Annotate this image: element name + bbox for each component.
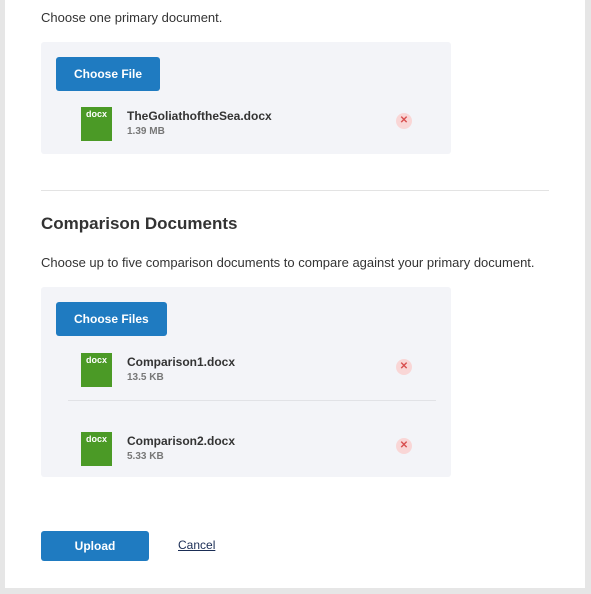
remove-file-icon[interactable]: ✕ xyxy=(396,438,412,454)
primary-drop-zone[interactable]: Choose File docx TheGoliathoftheSea.docx… xyxy=(41,42,451,154)
file-name: TheGoliathoftheSea.docx xyxy=(127,109,272,123)
remove-file-icon[interactable]: ✕ xyxy=(396,359,412,375)
file-name: Comparison1.docx xyxy=(127,355,236,369)
file-name: Comparison2.docx xyxy=(127,434,236,448)
comparison-instruction: Choose up to five comparison documents t… xyxy=(41,255,535,270)
file-size: 13.5 KB xyxy=(127,372,164,383)
file-size: 1.39 MB xyxy=(127,126,165,137)
primary-file-item: docx TheGoliathoftheSea.docx 1.39 MB ✕ xyxy=(81,107,412,147)
comparison-file-item: docx Comparison2.docx 5.33 KB ✕ xyxy=(81,432,412,472)
section-divider xyxy=(41,190,549,191)
upload-button[interactable]: Upload xyxy=(41,531,149,561)
upload-panel: Choose one primary document. Choose File… xyxy=(5,0,585,588)
choose-file-button[interactable]: Choose File xyxy=(56,57,161,91)
primary-instruction: Choose one primary document. xyxy=(41,10,223,25)
choose-files-button[interactable]: Choose Files xyxy=(56,302,167,336)
docx-file-icon: docx xyxy=(81,432,112,466)
file-size: 5.33 KB xyxy=(127,451,164,462)
file-divider xyxy=(68,400,436,401)
docx-file-icon: docx xyxy=(81,353,112,387)
comparison-drop-zone[interactable]: Choose Files docx Comparison1.docx 13.5 … xyxy=(41,287,451,477)
comparison-heading: Comparison Documents xyxy=(41,214,238,233)
cancel-link[interactable]: Cancel xyxy=(178,538,215,552)
docx-file-icon: docx xyxy=(81,107,112,141)
remove-file-icon[interactable]: ✕ xyxy=(396,113,412,129)
comparison-file-item: docx Comparison1.docx 13.5 KB ✕ xyxy=(81,353,412,393)
